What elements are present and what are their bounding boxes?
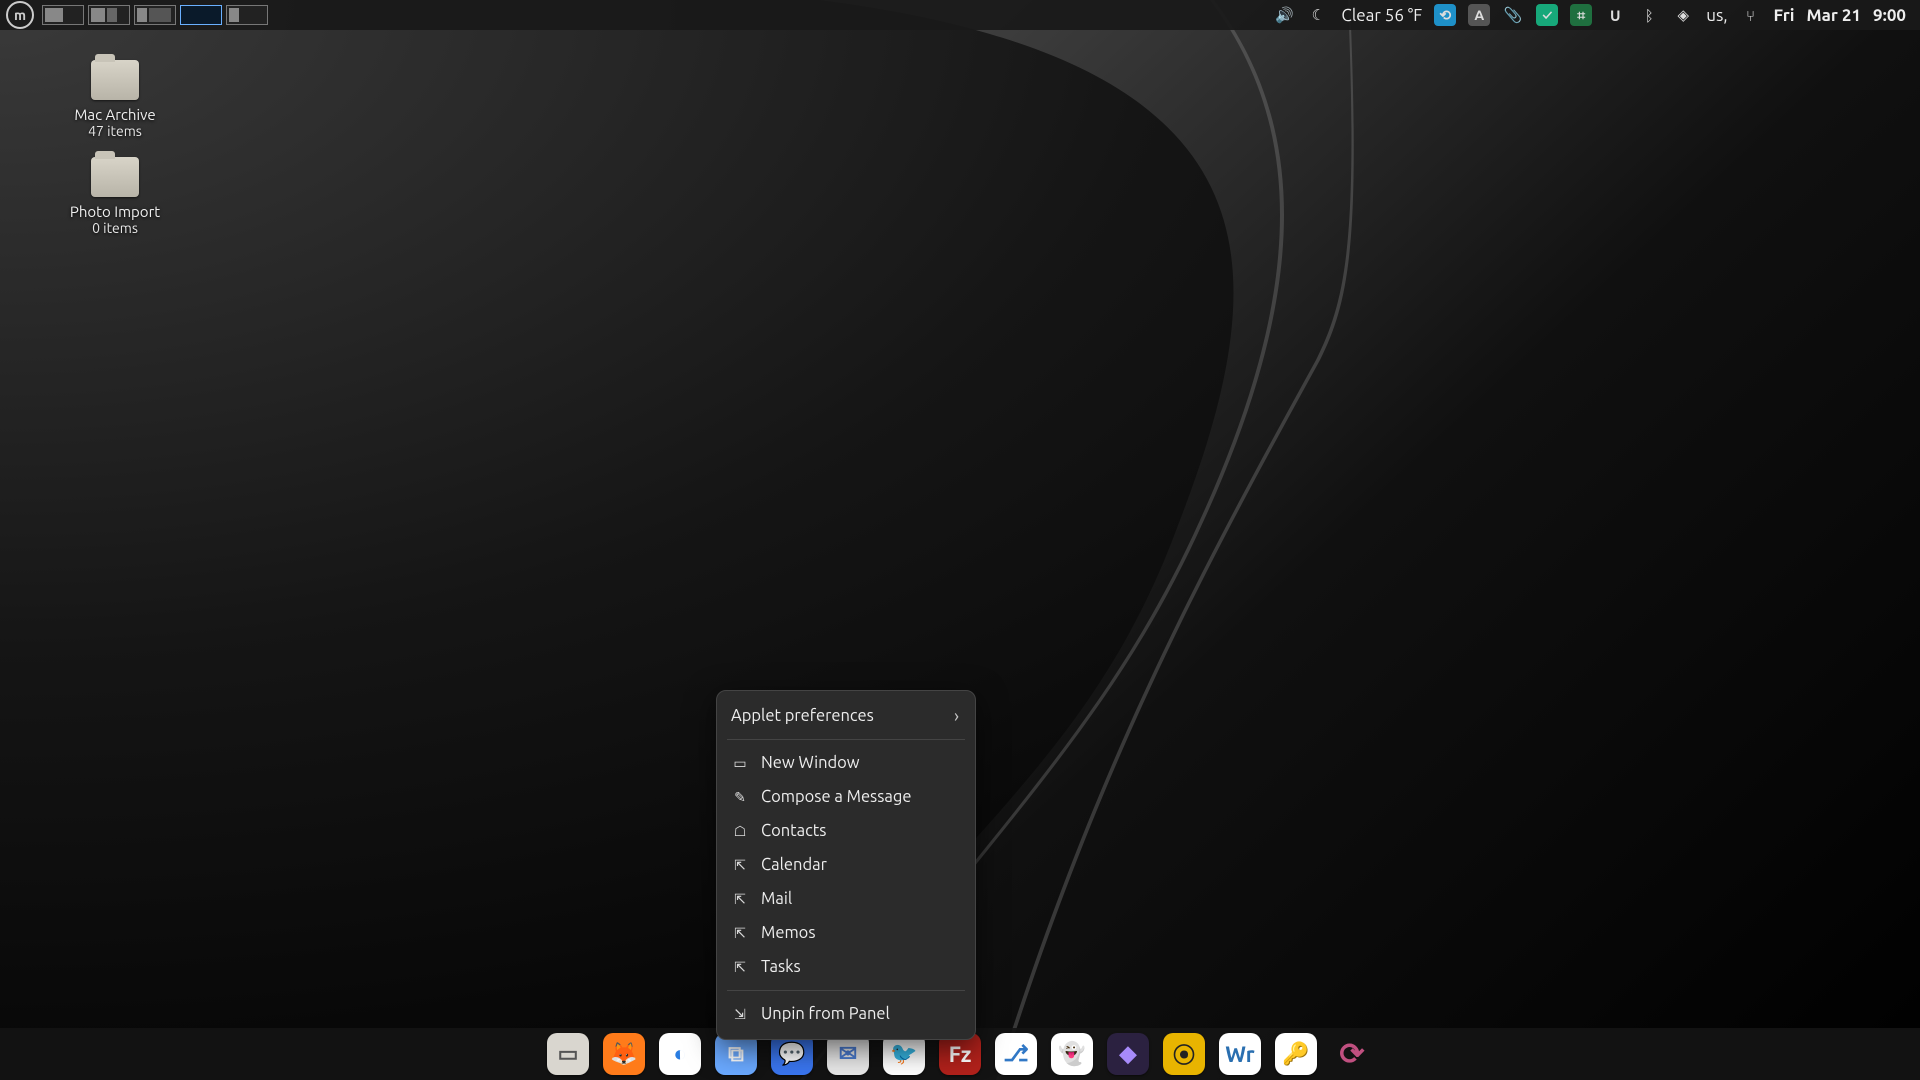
tray-app-a-icon[interactable]: A <box>1468 4 1490 26</box>
menu-separator <box>727 990 965 991</box>
tray-app-u-icon[interactable]: U <box>1604 4 1626 26</box>
menu-item-label: Mail <box>761 890 792 908</box>
clock-time[interactable]: 9:00 <box>1873 6 1906 25</box>
unpin-icon: ⇲ <box>731 1006 749 1023</box>
mint-menu-button[interactable]: m <box>6 1 34 29</box>
weather-applet[interactable]: Clear 56 °F <box>1341 6 1422 25</box>
workspace-4[interactable] <box>180 5 222 25</box>
menu-item-label: Applet preferences <box>731 707 874 725</box>
menu-applet-preferences[interactable]: Applet preferences <box>717 699 975 733</box>
volume-icon[interactable]: 🔊 <box>1273 4 1295 26</box>
attachment-icon[interactable]: 📎 <box>1502 4 1524 26</box>
clock-date[interactable]: Mar 21 <box>1806 6 1861 25</box>
menu-contacts[interactable]: ☖ Contacts <box>717 814 975 848</box>
dock-app-writer[interactable]: Wr <box>1219 1033 1261 1075</box>
menu-memos[interactable]: ⇱ Memos <box>717 916 975 950</box>
workspace-3[interactable] <box>134 5 176 25</box>
desktop-icon-sublabel: 0 items <box>92 220 138 236</box>
panel-context-menu: Applet preferences ▭ New Window ✎ Compos… <box>716 690 976 1040</box>
menu-tasks[interactable]: ⇱ Tasks <box>717 950 975 984</box>
compose-icon: ✎ <box>731 789 749 806</box>
night-icon[interactable]: ☾ <box>1307 4 1329 26</box>
desktop-icons: Mac Archive 47 items Photo Import 0 item… <box>40 60 190 236</box>
menu-item-label: New Window <box>761 754 860 772</box>
dock-app-chromium[interactable]: ◐ <box>659 1033 701 1075</box>
menu-separator <box>727 739 965 740</box>
menu-unpin[interactable]: ⇲ Unpin from Panel <box>717 997 975 1031</box>
keyboard-layout-indicator[interactable]: us, <box>1706 6 1727 25</box>
dock-app-rhythmbox[interactable]: ⦿ <box>1163 1033 1205 1075</box>
launch-icon: ⇱ <box>731 891 749 908</box>
dock-app-vscodium[interactable]: ⎇ <box>995 1033 1037 1075</box>
menu-item-label: Unpin from Panel <box>761 1005 890 1023</box>
workspace-5[interactable] <box>226 5 268 25</box>
tray-app-2-icon[interactable]: ✓ <box>1536 4 1558 26</box>
bluetooth-icon[interactable]: ᛒ <box>1638 4 1660 26</box>
menu-item-label: Calendar <box>761 856 827 874</box>
desktop-folder-photo-import[interactable]: Photo Import 0 items <box>40 157 190 236</box>
contacts-icon: ☖ <box>731 823 749 840</box>
menu-item-label: Memos <box>761 924 816 942</box>
menu-compose-message[interactable]: ✎ Compose a Message <box>717 780 975 814</box>
dock-app-obsidian[interactable]: ◆ <box>1107 1033 1149 1075</box>
desktop-icon-sublabel: 47 items <box>88 123 142 139</box>
launch-icon: ⇱ <box>731 959 749 976</box>
network-icon[interactable]: ⑂ <box>1740 4 1762 26</box>
desktop-icon-label: Mac Archive <box>74 106 155 123</box>
menu-item-label: Tasks <box>761 958 801 976</box>
workspace-switcher[interactable] <box>42 0 272 30</box>
workspace-2[interactable] <box>88 5 130 25</box>
menu-calendar[interactable]: ⇱ Calendar <box>717 848 975 882</box>
security-icon[interactable]: ◈ <box>1672 4 1694 26</box>
dock-app-sync[interactable]: ⟳ <box>1331 1033 1373 1075</box>
desktop-folder-mac-archive[interactable]: Mac Archive 47 items <box>40 60 190 139</box>
menu-item-label: Compose a Message <box>761 788 911 806</box>
dock-app-ghostwriter[interactable]: 👻 <box>1051 1033 1093 1075</box>
dock-app-keepass[interactable]: 🔑 <box>1275 1033 1317 1075</box>
menu-mail[interactable]: ⇱ Mail <box>717 882 975 916</box>
clock-day[interactable]: Fri <box>1774 6 1795 25</box>
menu-new-window[interactable]: ▭ New Window <box>717 746 975 780</box>
workspace-1[interactable] <box>42 5 84 25</box>
menu-item-label: Contacts <box>761 822 826 840</box>
top-panel: m 🔊 ☾ Clear 56 °F ⟲ A 📎 ✓ ⌗ U ᛒ ◈ us, ⑂ … <box>0 0 1920 30</box>
folder-icon <box>91 60 139 100</box>
tray-app-1-icon[interactable]: ⟲ <box>1434 4 1456 26</box>
tray-app-3-icon[interactable]: ⌗ <box>1570 4 1592 26</box>
dock-app-firefox[interactable]: 🦊 <box>603 1033 645 1075</box>
launch-icon: ⇱ <box>731 857 749 874</box>
folder-icon <box>91 157 139 197</box>
desktop-icon-label: Photo Import <box>70 203 160 220</box>
dock-app-files[interactable]: ▭ <box>547 1033 589 1075</box>
window-icon: ▭ <box>731 755 749 772</box>
launch-icon: ⇱ <box>731 925 749 942</box>
